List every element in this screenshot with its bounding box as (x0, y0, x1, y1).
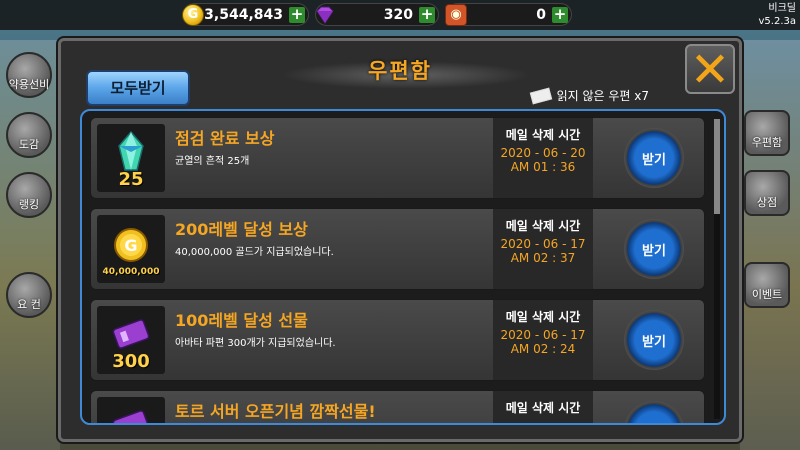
mail-title: 점검 완료 보상 (175, 129, 275, 148)
left-menu-button-2[interactable]: 도감 (6, 112, 52, 158)
box-counter: ◉ 0 + (445, 3, 572, 26)
unread-mail-count: 읽지 않은 우편 x7 (529, 87, 649, 104)
add-gem-button[interactable]: + (419, 6, 435, 23)
unread-mail-text: 읽지 않은 우편 x7 (556, 89, 649, 103)
receive-button[interactable]: 받기 (624, 401, 684, 423)
scrollbar-thumb[interactable] (714, 119, 720, 214)
gem-counter: 320 + (315, 3, 439, 26)
receive-button[interactable]: 받기 (624, 310, 684, 370)
right-menu-label: 우편함 (751, 136, 783, 149)
mail-description: 40,000,000 골드가 지급되었습니다. (175, 247, 334, 258)
expiry-label: 메일 삭제 시간 (505, 219, 581, 233)
reward-quantity: 40,000,000 (102, 267, 160, 277)
mail-item: 300 100레벨 달성 선물 아바타 파편 300개가 지급되었습니다. 메일… (90, 299, 705, 381)
mail-expiry-box: 메일 삭제 시간 2020 - 06 - 17 AM 02 : 24 (493, 300, 593, 380)
mail-list[interactable]: 25 점검 완료 보상 균열의 흔적 25개 메일 삭제 시간 2020 - 0… (80, 109, 726, 425)
expiry-label: 메일 삭제 시간 (505, 401, 581, 415)
receive-all-button[interactable]: 모두받기 (86, 70, 190, 106)
left-menu-button-1[interactable]: 약용선비 (6, 52, 52, 98)
box-icon: ◉ (445, 3, 467, 26)
reward-quantity: 300 (112, 351, 150, 372)
version-number: v5.2.3a (758, 16, 797, 27)
envelope-icon (529, 87, 552, 104)
add-box-button[interactable]: + (552, 6, 568, 23)
expiry-date: 2020 - 06 - 17 (500, 237, 586, 251)
gem-icon (314, 4, 336, 26)
mail-reward-slot: 25 (97, 124, 165, 192)
mail-item: G 40,000,000 200레벨 달성 보상 40,000,000 골드가 … (90, 208, 705, 290)
receive-button[interactable]: 받기 (624, 128, 684, 188)
expiry-date: 2020 - 06 - 17 (500, 328, 586, 342)
right-menu-strip: 우편함 상점 이벤트 (740, 40, 800, 450)
expiry-label: 메일 삭제 시간 (505, 128, 581, 142)
mail-title: 200레벨 달성 보상 (175, 220, 308, 239)
mail-title: 100레벨 달성 선물 (175, 311, 308, 330)
left-menu-label: 요 컨 (17, 298, 41, 311)
mail-reward-slot: G 40,000,000 (97, 215, 165, 283)
box-value: 0 (536, 6, 546, 23)
resource-bar: G 3,544,843 + 320 + ◉ 0 + 비크딜 v5.2.3a (0, 0, 800, 30)
mail-expiry-box: 메일 삭제 시간 2020 - 06 - 20 AM 01 : 36 (493, 118, 593, 198)
ticket-icon (112, 410, 150, 423)
close-icon: ✕ (689, 42, 731, 98)
left-menu-label: 도감 (18, 138, 40, 151)
svg-text:G: G (124, 236, 137, 255)
right-menu-button-1[interactable]: 우편함 (744, 110, 790, 156)
left-menu-strip: 약용선비 도감 랭킹 요 컨 (0, 40, 60, 450)
left-menu-button-3[interactable]: 랭킹 (6, 172, 52, 218)
mail-description: 균열의 흔적 25개 (175, 156, 250, 167)
right-menu-button-2[interactable]: 상점 (744, 170, 790, 216)
scrollbar[interactable] (714, 119, 720, 419)
gold-coin-icon: G (114, 228, 148, 262)
reward-quantity: 25 (118, 169, 144, 190)
mail-reward-slot (97, 397, 165, 423)
left-menu-button-4[interactable]: 요 컨 (6, 272, 52, 318)
mail-item: 토르 서버 오픈기념 깜짝선물! 메일 삭제 시간 받기 (90, 390, 705, 423)
close-button[interactable]: ✕ (685, 44, 735, 94)
mailbox-panel: 우편함 모두받기 ✕ 읽지 않은 우편 x7 25 점검 완료 보상 균열의 흔… (58, 38, 742, 442)
server-name: 비크딜 (768, 3, 796, 14)
right-menu-button-3[interactable]: 이벤트 (744, 262, 790, 308)
mail-reward-slot: 300 (97, 306, 165, 374)
mail-description: 아바타 파편 300개가 지급되었습니다. (175, 338, 336, 349)
gold-value: 3,544,843 (204, 6, 283, 23)
mail-title: 토르 서버 오픈기념 깜짝선물! (175, 402, 376, 421)
add-gold-button[interactable]: + (289, 6, 305, 23)
gold-counter: G 3,544,843 + (182, 3, 309, 26)
expiry-time: AM 02 : 24 (510, 342, 576, 356)
expiry-label: 메일 삭제 시간 (505, 310, 581, 324)
mail-expiry-box: 메일 삭제 시간 (493, 391, 593, 423)
left-menu-label: 약용선비 (8, 78, 50, 91)
mail-item: 25 점검 완료 보상 균열의 흔적 25개 메일 삭제 시간 2020 - 0… (90, 117, 705, 199)
expiry-date: 2020 - 06 - 20 (500, 146, 586, 160)
left-menu-label: 랭킹 (18, 198, 40, 211)
expiry-time: AM 01 : 36 (510, 160, 576, 174)
version-info: 비크딜 v5.2.3a (759, 2, 797, 28)
right-menu-label: 상점 (756, 196, 778, 209)
receive-button[interactable]: 받기 (624, 219, 684, 279)
mail-expiry-box: 메일 삭제 시간 2020 - 06 - 17 AM 02 : 37 (493, 209, 593, 289)
right-menu-label: 이벤트 (751, 288, 783, 301)
gem-value: 320 (383, 6, 413, 23)
gold-coin-icon: G (182, 3, 204, 26)
expiry-time: AM 02 : 37 (510, 251, 576, 265)
